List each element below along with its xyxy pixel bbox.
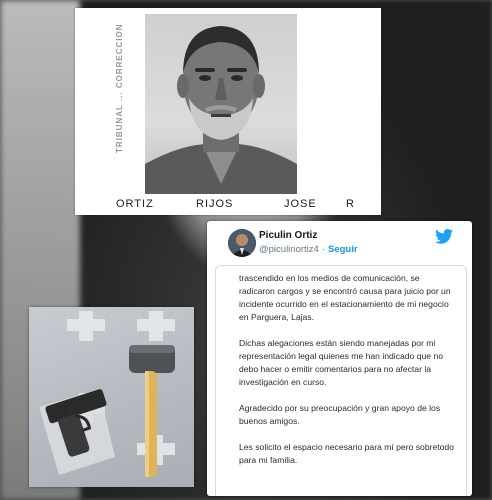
mugshot-card: TRIBUNAL ... CORRECCION ORTIZ RIJOS JOSE… (75, 8, 381, 215)
follow-button[interactable]: Seguir (328, 244, 358, 255)
evidence-items-image (39, 311, 175, 477)
mugshot-stamp: TRIBUNAL ... CORRECCION (115, 23, 124, 153)
statement-text: trascendido en los medios de comunicació… (239, 272, 454, 480)
user-display-name[interactable]: Piculin Ortiz (259, 230, 317, 241)
mugshot-photo (145, 14, 297, 194)
avatar-image (228, 229, 256, 257)
user-avatar[interactable] (228, 229, 256, 257)
statement-paragraph-4: Les solicito el espacio necesario para m… (239, 442, 454, 465)
statement-paragraph-3: Agradecido por su preocupación y gran ap… (239, 403, 441, 426)
statement-top-fade (216, 266, 466, 274)
mugshot-label-initial: R (346, 198, 355, 210)
handle-separator: · (321, 244, 325, 255)
mugshot-label-lastname: ORTIZ (116, 198, 154, 210)
mugshot-portrait-image (145, 26, 297, 194)
mugshot-label-firstname: JOSE (284, 198, 317, 210)
evidence-photo (29, 307, 194, 487)
mugshot-label-second-lastname: RIJOS (196, 198, 234, 210)
mugshot-name-labels: ORTIZ RIJOS JOSE R (75, 198, 381, 214)
tweet-card: Piculin Ortiz @piculinortiz4 · Seguir tras… (207, 221, 472, 496)
user-handle-row: @piculinortiz4 · Seguir (259, 244, 358, 255)
statement-paragraph-1: trascendido en los medios de comunicació… (239, 273, 451, 322)
user-handle[interactable]: @piculinortiz4 (259, 244, 319, 255)
twitter-bird-icon[interactable] (435, 229, 453, 244)
statement-paragraph-2: Dichas alegaciones están siendo manejada… (239, 338, 444, 387)
tweet-attached-statement[interactable]: trascendido en los medios de comunicació… (215, 265, 467, 496)
